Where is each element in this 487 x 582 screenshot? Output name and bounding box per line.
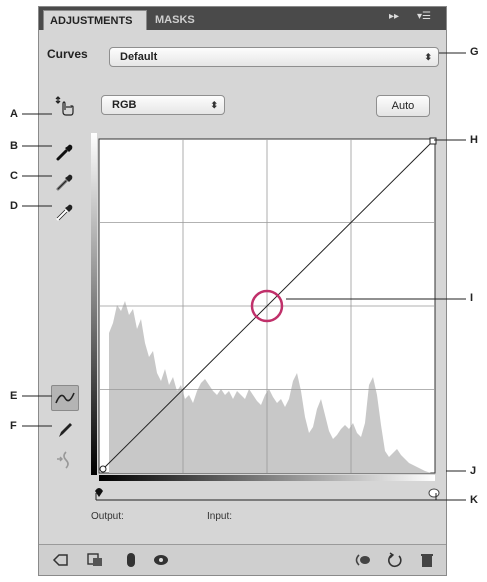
callout-leader-lines [22,52,466,501]
